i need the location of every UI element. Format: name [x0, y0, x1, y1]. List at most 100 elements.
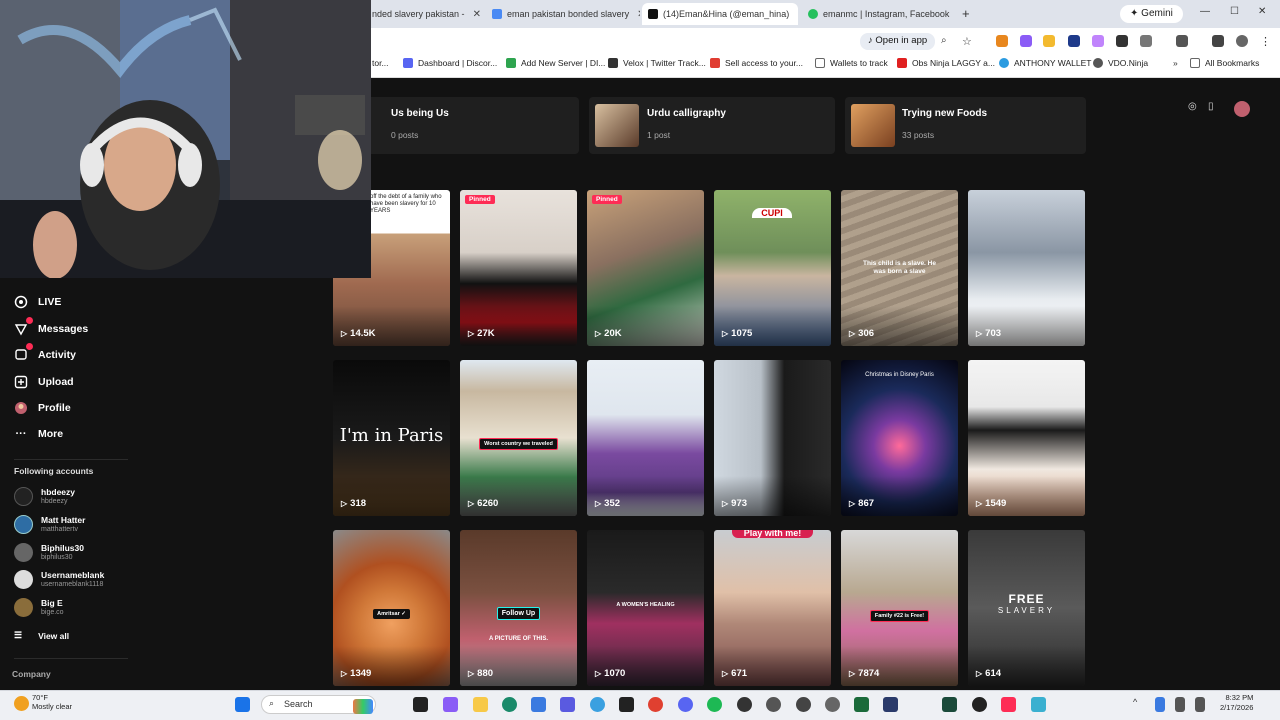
- extension-icon[interactable]: [1116, 35, 1128, 47]
- store-icon[interactable]: [531, 697, 546, 712]
- minimize-icon[interactable]: —: [1200, 6, 1210, 17]
- app-icon[interactable]: [1031, 697, 1046, 712]
- chevron-right-icon[interactable]: »: [1173, 58, 1178, 68]
- maximize-icon[interactable]: ☐: [1230, 6, 1239, 17]
- chevron-up-icon[interactable]: ^: [1133, 697, 1143, 712]
- open-in-app-button[interactable]: ♪ Open in app: [860, 33, 936, 50]
- epic-games-icon[interactable]: [619, 697, 634, 712]
- video-card[interactable]: A WOMEN'S HEALING ▷ 1070: [587, 530, 704, 686]
- profile-avatar-icon[interactable]: [1236, 35, 1248, 47]
- video-card[interactable]: ▷ 973: [714, 360, 831, 516]
- extension-icon[interactable]: [1020, 35, 1032, 47]
- app-icon[interactable]: [854, 697, 869, 712]
- star-icon[interactable]: ☆: [962, 35, 974, 48]
- tiktok-icon[interactable]: [1001, 697, 1016, 712]
- compass-icon[interactable]: ◎: [1188, 101, 1197, 112]
- app-icon[interactable]: [796, 697, 811, 712]
- metamask-icon[interactable]: [996, 35, 1008, 47]
- zoom-icon[interactable]: ⌕: [941, 35, 953, 47]
- playlist-card[interactable]: Trying new Foods 33 posts: [845, 97, 1086, 154]
- close-icon[interactable]: ✕: [789, 9, 798, 20]
- edge-icon[interactable]: [502, 697, 517, 712]
- following-account[interactable]: Matt Hatter matthattertv: [14, 515, 85, 534]
- following-account[interactable]: Biphilus30 biphilus30: [14, 543, 84, 562]
- bookmark-item[interactable]: Obs Ninja LAGGY a...: [897, 58, 995, 68]
- video-card[interactable]: Follow Up A PICTURE OF THIS. ▷ 880: [460, 530, 577, 686]
- video-card[interactable]: Pinned ▷ 27K: [460, 190, 577, 346]
- wifi-icon[interactable]: [1175, 697, 1185, 712]
- bookmark-item[interactable]: Dashboard | Discor...: [403, 58, 497, 68]
- bookmark-item[interactable]: Sell access to your...: [710, 58, 803, 68]
- sidebar-item-upload[interactable]: Upload: [14, 375, 74, 389]
- sidebar-item-profile[interactable]: Profile: [14, 401, 71, 415]
- extensions-puzzle-icon[interactable]: [1140, 35, 1152, 47]
- video-card[interactable]: I'm in Paris ▷ 318: [333, 360, 450, 516]
- new-tab-icon[interactable]: +: [962, 6, 970, 21]
- spotify-icon[interactable]: [707, 697, 722, 712]
- video-card[interactable]: Play with me! ▷ 671: [714, 530, 831, 686]
- sidebar-item-activity[interactable]: Activity: [14, 343, 76, 362]
- obs-icon[interactable]: [737, 697, 752, 712]
- discord-icon[interactable]: [678, 697, 693, 712]
- extension-icon[interactable]: [1092, 35, 1104, 47]
- video-card[interactable]: Pinned ▷ 20K: [587, 190, 704, 346]
- following-account[interactable]: hbdeezy hbdeezy: [14, 487, 75, 506]
- app-icon[interactable]: [590, 697, 605, 712]
- playlist-card[interactable]: Urdu calligraphy 1 post: [589, 97, 835, 154]
- video-card[interactable]: Christmas in Disney Paris ▷ 867: [841, 360, 958, 516]
- sidebar-item-live[interactable]: LIVE: [14, 295, 61, 309]
- video-card[interactable]: ▷ 1549: [968, 360, 1085, 516]
- media-icon[interactable]: [1212, 35, 1224, 47]
- all-bookmarks-folder[interactable]: All Bookmarks: [1190, 58, 1259, 68]
- video-card[interactable]: ▷ 352: [587, 360, 704, 516]
- weather-widget[interactable]: 70°F Mostly clear: [32, 693, 72, 711]
- volume-icon[interactable]: [1195, 697, 1205, 712]
- browser-tab[interactable]: eman pakistan bonded slavery ✕: [486, 3, 640, 25]
- bookmark-item[interactable]: Add New Server | DI...: [506, 58, 605, 68]
- tray-icon[interactable]: [1155, 697, 1165, 712]
- sidebar-item-more[interactable]: ··· More: [14, 427, 64, 441]
- bookmark-item[interactable]: VDO.Ninja: [1093, 58, 1148, 68]
- profile-avatar[interactable]: [1234, 101, 1250, 117]
- sidebar-item-messages[interactable]: Messages: [14, 317, 88, 336]
- company-link[interactable]: Company: [12, 669, 51, 679]
- extension-icon[interactable]: [1043, 35, 1055, 47]
- bookmark-item[interactable]: Velox | Twitter Track...: [608, 58, 706, 68]
- start-icon[interactable]: [235, 697, 250, 712]
- video-card[interactable]: Amritsar ✓ ▷ 1349: [333, 530, 450, 686]
- file-explorer-icon[interactable]: [473, 697, 488, 712]
- device-icon[interactable]: ▯: [1208, 101, 1214, 112]
- system-clock[interactable]: 8:32 PM 2/17/2026: [1220, 693, 1253, 713]
- menu-icon[interactable]: ⋮: [1260, 35, 1272, 48]
- video-card[interactable]: This child is a slave. He was born a sla…: [841, 190, 958, 346]
- close-window-icon[interactable]: ✕: [1258, 6, 1266, 17]
- video-card[interactable]: Worst country we traveled ▷ 6260: [460, 360, 577, 516]
- extension-icon[interactable]: [1068, 35, 1080, 47]
- browser-tab[interactable]: nded slavery pakistan - ✕: [366, 3, 484, 25]
- video-card[interactable]: Family #22 is Free! ▷ 7874: [841, 530, 958, 686]
- teams-icon[interactable]: [560, 697, 575, 712]
- browser-tab[interactable]: emanmc | Instagram, Facebook ✕: [802, 3, 954, 25]
- app-icon[interactable]: [972, 697, 987, 712]
- video-card[interactable]: FREE SLAVERY ▷ 614: [968, 530, 1085, 686]
- video-card[interactable]: CUPI ▷ 1075: [714, 190, 831, 346]
- following-account[interactable]: Usernameblank usernameblank1118: [14, 570, 104, 589]
- copilot-icon[interactable]: [443, 697, 458, 712]
- bookmark-folder[interactable]: Wallets to track: [815, 58, 888, 68]
- sidepanel-icon[interactable]: [1176, 35, 1188, 47]
- following-account[interactable]: Big Ebige.co: [14, 598, 64, 617]
- close-icon[interactable]: ✕: [465, 9, 481, 20]
- view-all-link[interactable]: ☰ View all: [14, 630, 69, 641]
- task-view-icon[interactable]: [413, 697, 428, 712]
- gemini-button[interactable]: ✦ Gemini: [1120, 5, 1183, 23]
- settings-icon[interactable]: [766, 697, 781, 712]
- app-icon[interactable]: [942, 697, 957, 712]
- video-card[interactable]: ▷ 703: [968, 190, 1085, 346]
- clock-app-icon[interactable]: [825, 697, 840, 712]
- chrome-icon[interactable]: [648, 697, 663, 712]
- bookmark-item[interactable]: tor...: [372, 58, 389, 68]
- close-icon[interactable]: ✕: [629, 9, 640, 20]
- bookmark-item[interactable]: ANTHONY WALLET: [999, 58, 1091, 68]
- browser-tab-active[interactable]: (14)Eman&Hina (@eman_hina) ✕: [642, 3, 798, 25]
- close-icon[interactable]: ✕: [949, 9, 954, 20]
